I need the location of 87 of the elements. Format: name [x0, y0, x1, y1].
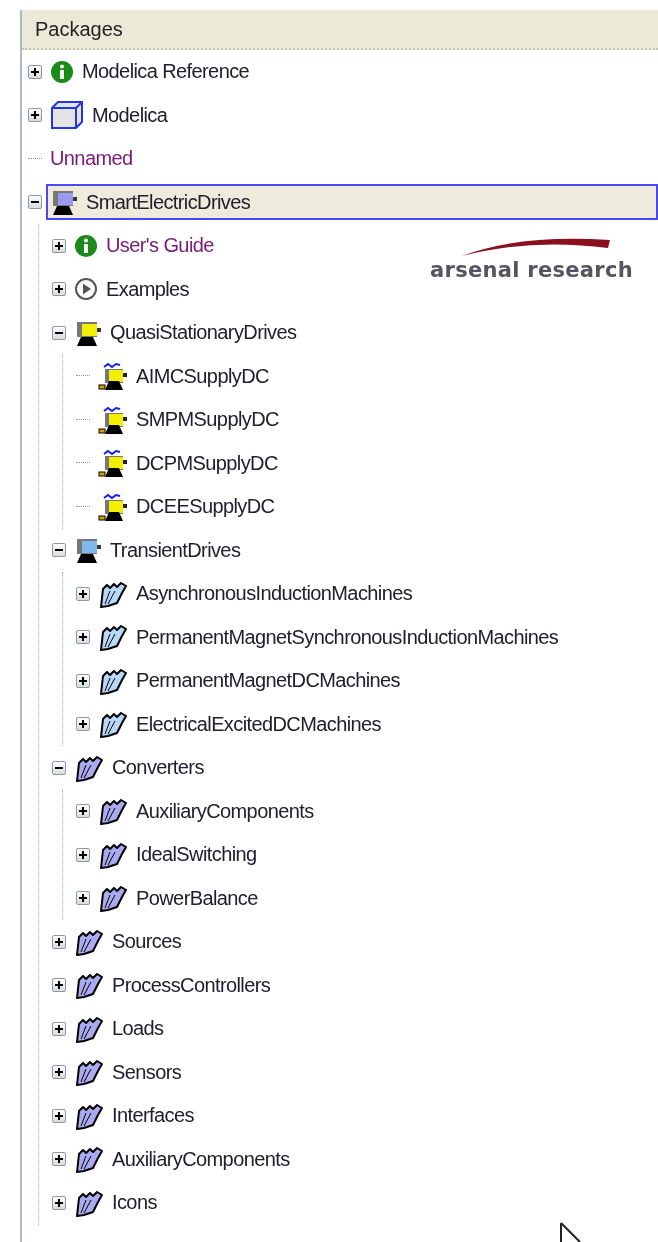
plus-icon: [55, 285, 63, 294]
expand-button[interactable]: [52, 1195, 66, 1210]
expand-button[interactable]: [76, 847, 90, 862]
tree-item[interactable]: SmartElectricDrives: [46, 184, 658, 221]
tree-item[interactable]: SMPMSupplyDC: [94, 401, 287, 438]
collapse-button[interactable]: [52, 325, 66, 340]
tree-item[interactable]: PermanentMagnetDCMachines: [94, 662, 409, 699]
folder-icon: [98, 883, 128, 914]
expand-button[interactable]: [76, 717, 90, 732]
panel-title: Packages: [22, 10, 658, 50]
expand-button[interactable]: [76, 891, 90, 906]
expand-button[interactable]: [52, 978, 66, 993]
tree-item[interactable]: Modelica: [46, 97, 176, 134]
expand-button[interactable]: [76, 673, 90, 688]
motor-icon: [98, 448, 128, 479]
plus-icon: [55, 1111, 63, 1120]
plus-icon: [55, 241, 63, 250]
plus-icon: [31, 67, 39, 76]
tree-item[interactable]: TransientDrives: [70, 532, 249, 569]
tree-item[interactable]: QuasiStationaryDrives: [70, 314, 305, 351]
expand-button[interactable]: [52, 1021, 66, 1036]
plus-icon: [79, 894, 87, 903]
folder-icon: [98, 796, 128, 827]
plus-icon: [79, 807, 87, 816]
collapse-button[interactable]: [52, 543, 66, 558]
tree-item[interactable]: ElectricalExcitedDCMachines: [94, 706, 389, 743]
plus-icon: [79, 633, 87, 642]
tree-item[interactable]: AsynchronousInductionMachines: [94, 575, 421, 612]
tree-item[interactable]: Modelica Reference: [46, 53, 258, 90]
plus-icon: [55, 981, 63, 990]
tree-item[interactable]: IdealSwitching: [94, 836, 265, 873]
motor-icon: [74, 536, 102, 565]
expand-button[interactable]: [52, 238, 66, 253]
tree-item[interactable]: Interfaces: [70, 1097, 202, 1134]
folder-icon: [98, 622, 128, 653]
expand-button[interactable]: [52, 282, 66, 297]
tree-item[interactable]: AIMCSupplyDC: [94, 358, 277, 395]
motor-icon: [50, 188, 78, 217]
tree-item[interactable]: AuxiliaryComponents: [70, 1141, 298, 1178]
collapse-button[interactable]: [28, 195, 42, 210]
plus-icon: [55, 1068, 63, 1077]
tree-item[interactable]: Sources: [70, 923, 190, 960]
tree-item[interactable]: Examples: [70, 271, 197, 308]
info-icon: [50, 59, 74, 84]
tree-item[interactable]: AuxiliaryComponents: [94, 793, 322, 830]
expand-button[interactable]: [28, 64, 42, 79]
tree-item[interactable]: Converters: [70, 749, 212, 786]
tree-item[interactable]: Icons: [70, 1184, 165, 1221]
plus-icon: [55, 1198, 63, 1207]
tree-item[interactable]: DCPMSupplyDC: [94, 445, 286, 482]
plus-icon: [79, 720, 87, 729]
folder-icon: [74, 1144, 104, 1175]
plus-icon: [79, 850, 87, 859]
tree-item[interactable]: User's Guide: [70, 227, 222, 264]
expand-button[interactable]: [52, 1152, 66, 1167]
expand-button[interactable]: [76, 630, 90, 645]
play-icon: [74, 277, 98, 302]
motor-icon: [98, 491, 128, 522]
tree-item[interactable]: Unnamed: [46, 140, 141, 177]
mouse-pointer-icon: [560, 1222, 582, 1242]
tree-item[interactable]: PermanentMagnetSynchronousInductionMachines: [94, 619, 567, 656]
expand-button[interactable]: [76, 804, 90, 819]
info-icon: [74, 233, 98, 258]
folder-icon: [74, 970, 104, 1001]
expand-button[interactable]: [52, 1108, 66, 1123]
tree-item[interactable]: PowerBalance: [94, 880, 266, 917]
folder-icon: [98, 709, 128, 740]
folder-icon: [74, 1057, 104, 1088]
expand-button[interactable]: [52, 934, 66, 949]
plus-icon: [79, 676, 87, 685]
tree-item[interactable]: Loads: [70, 1010, 172, 1047]
tree-item[interactable]: DCEESupplyDC: [94, 488, 283, 525]
cube-icon: [50, 100, 84, 131]
expand-button[interactable]: [28, 108, 42, 123]
plus-icon: [55, 937, 63, 946]
motor-icon: [98, 404, 128, 435]
tree-item[interactable]: ProcessControllers: [70, 967, 279, 1004]
plus-icon: [79, 589, 87, 598]
plus-icon: [55, 1024, 63, 1033]
collapse-button[interactable]: [52, 760, 66, 775]
expand-button[interactable]: [76, 586, 90, 601]
plus-icon: [55, 1155, 63, 1164]
tree-item[interactable]: Sensors: [70, 1054, 190, 1091]
expand-button[interactable]: [52, 1065, 66, 1080]
logo-text: arsenal research: [430, 258, 633, 282]
plus-icon: [31, 111, 39, 120]
motor-icon: [98, 361, 128, 392]
